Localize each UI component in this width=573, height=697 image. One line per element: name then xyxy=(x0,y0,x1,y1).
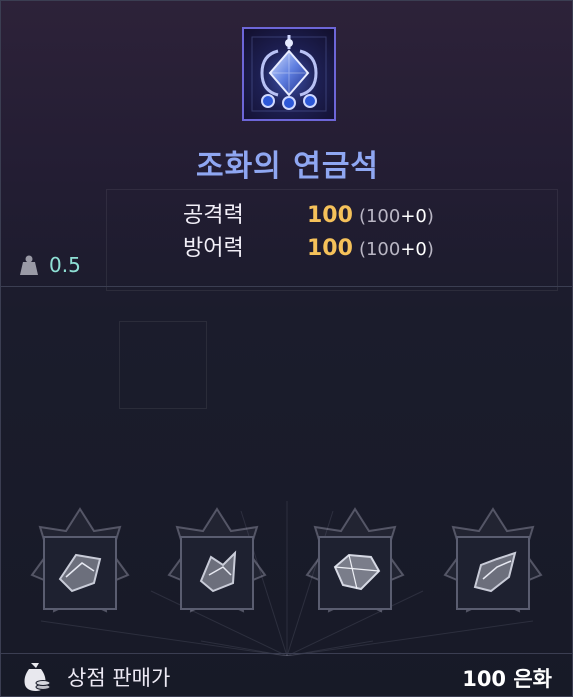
gem-shard-slot-2 xyxy=(161,471,273,641)
coin-bag-icon xyxy=(24,663,51,691)
stat-value: 100 xyxy=(307,203,353,228)
stat-bonus: +0 xyxy=(400,206,427,227)
weight: 0.5 xyxy=(19,253,81,277)
gem-shard-slot-1 xyxy=(24,471,136,641)
stat-row-defense: 방어력 100 (100+0) xyxy=(183,230,434,261)
stat-label: 방어력 xyxy=(183,236,244,261)
stat-base: 100 xyxy=(365,239,401,260)
shop-price-label: 상점 판매가 xyxy=(67,666,171,690)
shop-price-value: 100 은화 xyxy=(462,667,552,691)
item-name: 조화의 연금석 xyxy=(195,149,380,184)
stat-row-attack: 공격력 100 (100+0) xyxy=(183,197,434,228)
gem-emblem-icon xyxy=(242,27,336,121)
weight-icon xyxy=(20,255,38,275)
stat-label: 공격력 xyxy=(183,203,244,228)
gem-shard-slot-4 xyxy=(437,471,549,641)
ghost-slot xyxy=(119,321,207,409)
gem-shard-slot-3 xyxy=(299,471,411,641)
stat-base: 100 xyxy=(365,206,401,227)
divider xyxy=(1,286,572,287)
item-tooltip: 조화의 연금석 공격력 100 (100+0) 방어력 100 (100+0) … xyxy=(0,0,573,697)
stat-value: 100 xyxy=(307,236,353,261)
gem-shard-area xyxy=(1,471,572,656)
stat-detail: (100+0) xyxy=(358,239,434,260)
stat-bonus: +0 xyxy=(400,239,427,260)
weight-value: 0.5 xyxy=(49,253,81,277)
shop-price-label-group: 상점 판매가 xyxy=(21,661,170,693)
stat-detail: (100+0) xyxy=(358,206,434,227)
divider xyxy=(1,653,572,654)
